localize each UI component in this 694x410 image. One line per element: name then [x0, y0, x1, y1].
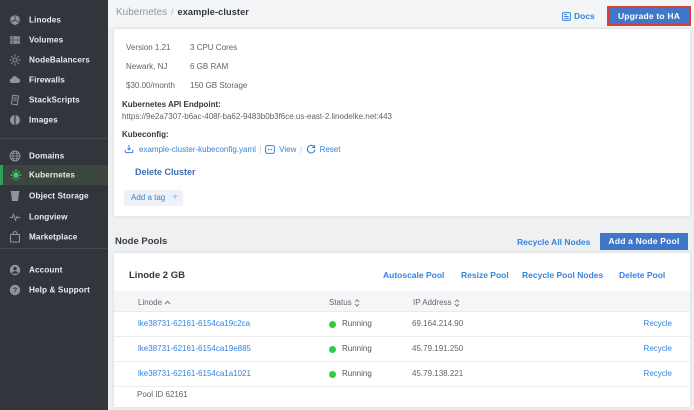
svg-text:?: ? [13, 286, 18, 295]
